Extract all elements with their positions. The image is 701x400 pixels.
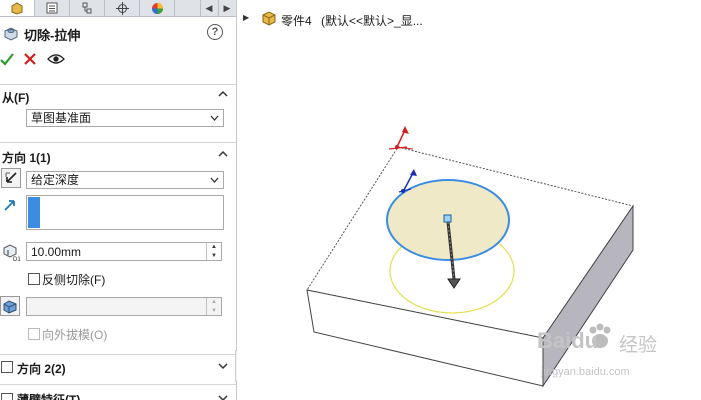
end-condition-value: 给定深度 xyxy=(31,173,80,187)
confirm-button[interactable] xyxy=(0,52,14,66)
cancel-button[interactable] xyxy=(24,53,36,65)
part-icon xyxy=(11,1,23,15)
depth-dimension-icon: D1 xyxy=(3,244,21,262)
draft-angle-input[interactable]: ▲ ▼ xyxy=(26,297,222,316)
tab-display-manager[interactable] xyxy=(140,0,175,16)
reverse-direction-button[interactable] xyxy=(1,168,21,188)
draft-toggle-button[interactable] xyxy=(0,296,20,316)
depth-handle-origin xyxy=(443,214,452,223)
watermark: Baidu 经验 jingyan.baidu.com xyxy=(537,322,677,392)
manager-tab-bar: ◀ ▶ xyxy=(0,0,236,17)
depth-input[interactable]: 10.00mm ▲ ▼ xyxy=(26,242,222,261)
color-wheel-icon xyxy=(151,2,163,14)
tab-feature-manager[interactable] xyxy=(0,0,35,16)
from-select-value: 草图基准面 xyxy=(31,111,92,125)
extruded-cut-icon xyxy=(4,27,18,41)
section-direction1[interactable]: 方向 1(1) xyxy=(0,142,236,165)
direction-vector-icon xyxy=(4,200,15,211)
tab-property-manager[interactable] xyxy=(35,0,70,16)
section-from[interactable]: 从(F) xyxy=(0,84,236,105)
draft-outward-label: 向外拔模(O) xyxy=(42,328,108,342)
graphics-viewport[interactable]: ▶ 零件4 (默认<<默认>_显... Baidu 经验 jingyan.bai… xyxy=(237,0,701,400)
watermark-brand-cn: 经验 xyxy=(619,335,658,356)
selection-highlight-bar xyxy=(28,197,40,228)
help-button[interactable]: ? xyxy=(207,24,223,40)
chevron-down-icon xyxy=(218,363,228,370)
flip-side-cut-label: 反侧切除(F) xyxy=(42,273,106,287)
chevron-up-icon xyxy=(218,90,228,97)
direction2-checkbox[interactable] xyxy=(1,361,13,373)
draft-icon xyxy=(3,300,17,314)
depth-spinner[interactable]: ▲ ▼ xyxy=(206,243,221,260)
section-direction2[interactable]: 方向 2(2) xyxy=(0,354,236,376)
flip-side-cut-checkbox[interactable] xyxy=(28,273,40,285)
depth-value: 10.00mm xyxy=(31,245,82,259)
chevron-down-icon xyxy=(218,395,228,400)
watermark-url: jingyan.baidu.com xyxy=(541,366,630,378)
list-icon xyxy=(46,2,58,14)
tab-config-manager[interactable] xyxy=(70,0,105,16)
section-from-label: 从(F) xyxy=(2,91,30,105)
crosshair-icon xyxy=(115,1,129,15)
page-title: 切除-拉伸 xyxy=(24,28,81,43)
config-icon xyxy=(82,2,92,14)
watermark-brand: Baidu xyxy=(537,328,599,353)
section-thin-feature-label: 薄壁特征(T) xyxy=(17,393,81,400)
section-thin-feature[interactable]: 薄壁特征(T) xyxy=(0,384,236,400)
section-direction1-label: 方向 1(1) xyxy=(2,151,51,165)
property-manager-panel: ◀ ▶ 切除-拉伸 ? 从(F) 草图基准面 方向 1(1) 给定深度 D1 1… xyxy=(0,0,237,400)
tab-scroll-right[interactable]: ▶ xyxy=(218,0,235,16)
draft-angle-spinner[interactable]: ▲ ▼ xyxy=(206,298,221,315)
preview-eye-button[interactable] xyxy=(47,53,65,65)
svg-text:D1: D1 xyxy=(13,257,21,262)
tab-scroll-left[interactable]: ◀ xyxy=(200,0,217,16)
chevron-down-icon xyxy=(210,177,219,183)
thin-feature-checkbox[interactable] xyxy=(1,393,13,400)
draft-outward-checkbox[interactable] xyxy=(28,328,40,340)
section-direction2-label: 方向 2(2) xyxy=(17,362,66,376)
from-select[interactable]: 草图基准面 xyxy=(26,109,224,127)
chevron-down-icon xyxy=(210,115,219,121)
end-condition-select[interactable]: 给定深度 xyxy=(26,171,224,189)
tab-dimxpert[interactable] xyxy=(105,0,140,16)
chevron-up-icon xyxy=(218,150,228,157)
feature-header: 切除-拉伸 ? xyxy=(0,22,236,44)
direction-reference-field[interactable] xyxy=(26,195,224,230)
reverse-direction-icon xyxy=(5,172,17,183)
